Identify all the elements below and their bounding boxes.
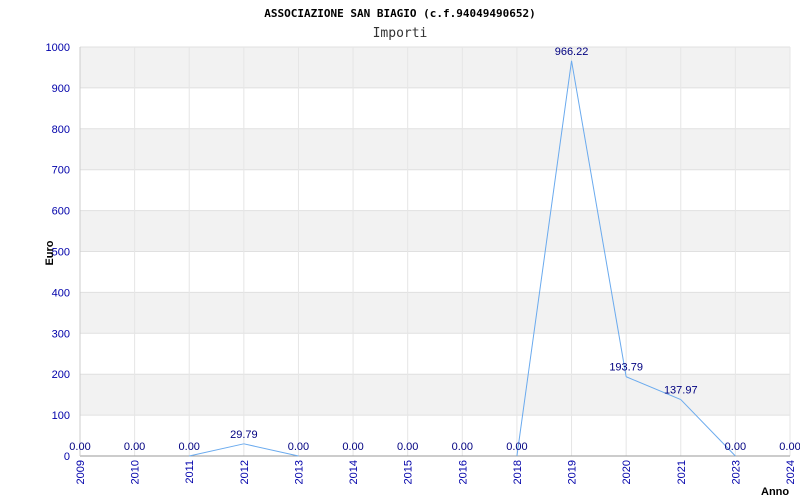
grid-band xyxy=(80,128,790,170)
y-tick-label: 200 xyxy=(52,369,70,381)
grid-band xyxy=(80,47,790,88)
chart-title: ASSOCIAZIONE SAN BIAGIO (c.f.94049490652… xyxy=(264,7,536,20)
x-axis-label: Anno xyxy=(761,486,789,498)
x-tick-label: 2014 xyxy=(348,460,360,484)
x-tick-label: 2015 xyxy=(403,460,415,484)
x-tick-label: 2019 xyxy=(567,460,579,484)
data-label: 966.22 xyxy=(555,46,589,58)
data-label: 0.00 xyxy=(725,441,746,453)
x-tick-label: 2012 xyxy=(239,460,251,484)
data-label: 0.00 xyxy=(506,441,527,453)
x-tick-label: 2024 xyxy=(785,460,797,484)
chart-subtitle: Importi xyxy=(373,26,428,41)
data-label: 0.00 xyxy=(342,441,363,453)
x-tick-label: 2016 xyxy=(457,460,469,484)
x-tick-label: 2020 xyxy=(621,460,633,484)
y-tick-label: 600 xyxy=(52,206,70,218)
y-axis-label: Euro xyxy=(44,240,56,265)
data-label: 193.79 xyxy=(609,362,643,374)
y-tick-label: 900 xyxy=(52,83,70,95)
x-tick-label: 2010 xyxy=(130,460,142,484)
data-label: 0.00 xyxy=(397,441,418,453)
y-tick-label: 800 xyxy=(52,124,70,136)
grid-band xyxy=(80,210,790,252)
data-label: 0.00 xyxy=(69,441,90,453)
x-tick-label: 2011 xyxy=(184,460,196,484)
data-label: 0.00 xyxy=(124,441,145,453)
data-label: 0.00 xyxy=(452,441,473,453)
y-tick-label: 300 xyxy=(52,328,70,340)
line-chart: 01002003004005006007008009001000 2009 201… xyxy=(44,7,800,498)
data-label: 137.97 xyxy=(664,385,698,397)
x-tick-label: 2013 xyxy=(293,460,305,484)
y-tick-label: 700 xyxy=(52,165,70,177)
grid-band xyxy=(80,292,790,334)
y-tick-label: 100 xyxy=(52,410,70,422)
x-tick-label: 2009 xyxy=(75,460,87,484)
y-tick-label: 1000 xyxy=(46,42,70,54)
x-tick-label: 2021 xyxy=(676,460,688,484)
x-tick-label: 2018 xyxy=(512,460,524,484)
x-tick-label: 2023 xyxy=(730,460,742,484)
data-label: 0.00 xyxy=(779,441,800,453)
y-tick-label: 400 xyxy=(52,287,70,299)
x-tick-labels: 2009 2010 2011 2012 2013 2014 2015 2016 2018 2019… xyxy=(75,460,797,484)
data-label: 0.00 xyxy=(179,441,200,453)
data-label: 29.79 xyxy=(230,429,258,441)
grid-bands xyxy=(80,47,790,416)
data-label: 0.00 xyxy=(288,441,309,453)
